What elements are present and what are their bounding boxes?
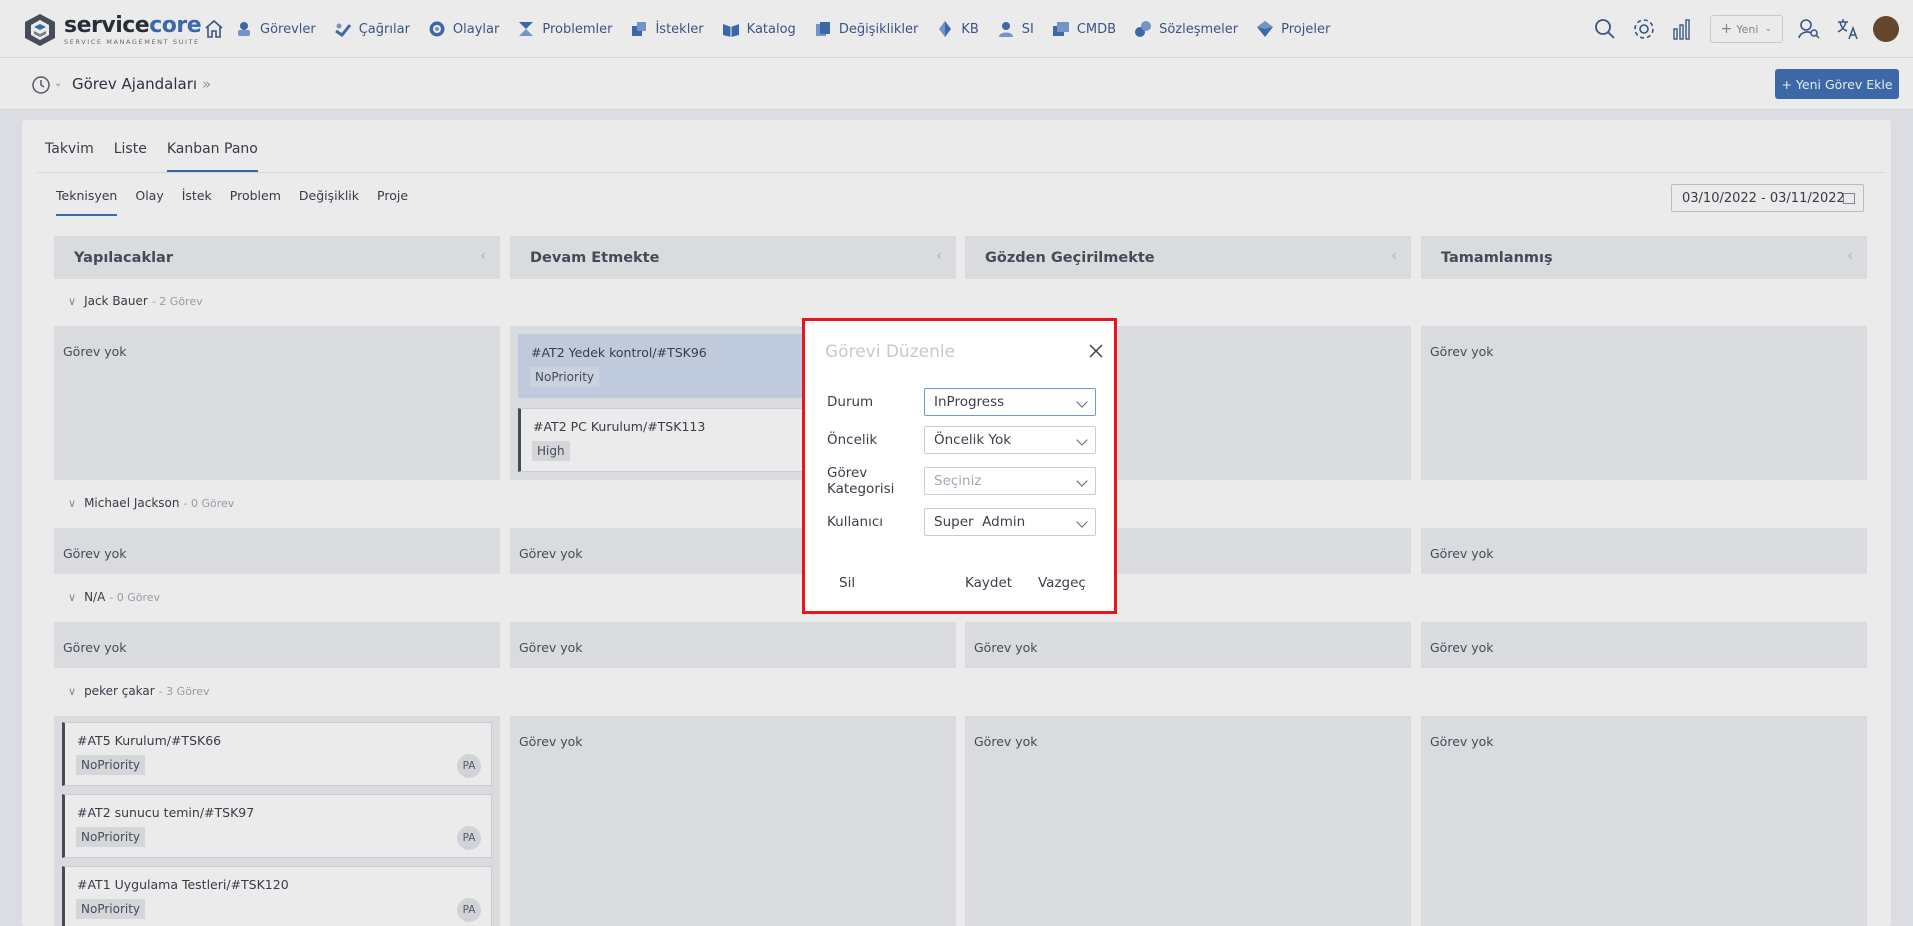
chevron-down-icon xyxy=(1076,396,1088,408)
status-select[interactable]: InProgress xyxy=(924,388,1096,416)
priority-value: Öncelik Yok xyxy=(934,432,1012,448)
category-label-line2: Kategorisi xyxy=(827,481,895,497)
category-select[interactable]: Seçiniz xyxy=(924,467,1096,495)
user-value: Super Admin xyxy=(934,514,1026,530)
save-button[interactable]: Kaydet xyxy=(965,575,1012,591)
close-icon[interactable] xyxy=(1088,343,1104,359)
category-placeholder: Seçiniz xyxy=(934,473,982,489)
chevron-down-icon xyxy=(1076,516,1088,528)
chevron-down-icon xyxy=(1076,475,1088,487)
chevron-down-icon xyxy=(1076,434,1088,446)
priority-label: Öncelik xyxy=(827,432,878,448)
delete-button[interactable]: Sil xyxy=(839,575,855,591)
category-label: Görev Kategorisi xyxy=(827,465,894,497)
user-select[interactable]: Super Admin xyxy=(924,508,1096,536)
dialog-title: Görevi Düzenle xyxy=(825,342,956,362)
priority-select[interactable]: Öncelik Yok xyxy=(924,426,1096,454)
category-label-line1: Görev xyxy=(827,465,868,481)
status-value: InProgress xyxy=(934,394,1005,410)
cancel-button[interactable]: Vazgeç xyxy=(1038,575,1086,591)
status-label: Durum xyxy=(827,394,874,410)
user-label: Kullanıcı xyxy=(827,514,883,530)
edit-task-dialog: Görevi Düzenle Durum InProgress Öncelik … xyxy=(802,318,1117,614)
